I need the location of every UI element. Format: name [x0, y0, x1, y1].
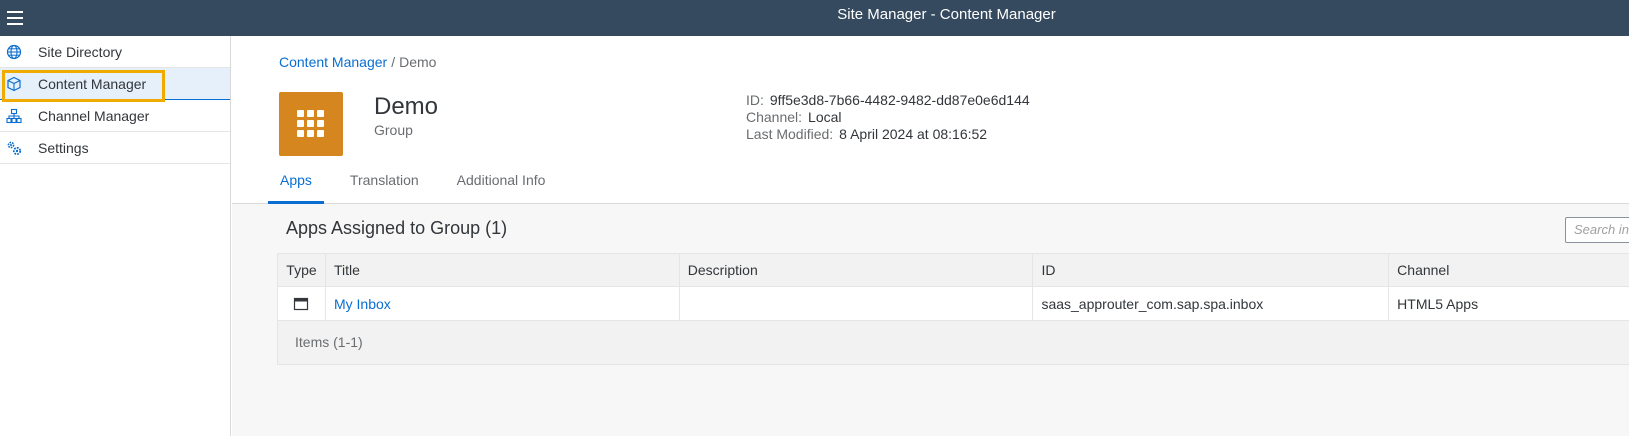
column-header-type[interactable]: Type — [278, 254, 326, 286]
column-header-channel[interactable]: Channel — [1389, 254, 1629, 286]
object-header: Content Manager / Demo Demo Group ID: 9ff5e… — [232, 36, 1629, 204]
sidebar: Site Directory Content Manager Channel M… — [0, 36, 231, 436]
table-title: Apps Assigned to Group (1) — [286, 218, 508, 238]
channel-cell: HTML5 Apps — [1397, 295, 1479, 312]
shell-bar: Site Manager - Content Manager — [0, 0, 1629, 36]
id-cell: saas_approuter_com.sap.spa.inbox — [1033, 287, 1390, 320]
breadcrumb-separator: / — [391, 54, 396, 70]
app-window-icon — [294, 297, 309, 310]
attribute-value: 8 April 2024 at 08:16:52 — [839, 126, 988, 142]
column-header-title[interactable]: Title — [326, 254, 680, 286]
attribute-label: Last Modified: — [746, 126, 834, 142]
table-header-row: Type Title Description ID Channel — [278, 253, 1629, 287]
sidebar-item-label: Site Directory — [38, 43, 123, 60]
attribute-channel: Channel: Local — [746, 109, 1030, 126]
table-row[interactable]: My Inbox saas_approuter_com.sap.spa.inbo… — [278, 287, 1629, 321]
sidebar-item-label: Channel Manager — [38, 107, 150, 124]
globe-icon — [6, 44, 22, 60]
sidebar-item-label: Settings — [38, 139, 89, 156]
search-input[interactable]: Search in — [1565, 217, 1629, 243]
tab-translation[interactable]: Translation — [338, 166, 431, 204]
attribute-label: ID: — [746, 92, 764, 108]
sidebar-item-content-manager[interactable]: Content Manager — [0, 68, 230, 102]
tab-bar: Apps Translation Additional Info — [268, 166, 571, 204]
sidebar-item-site-directory[interactable]: Site Directory — [0, 36, 230, 68]
gears-icon — [7, 141, 22, 156]
cube-icon — [7, 76, 21, 92]
page-subtitle: Group — [374, 122, 413, 138]
attribute-id: ID: 9ff5e3d8-7b66-4482-9482-dd87e0e6d144 — [746, 92, 1030, 109]
breadcrumb: Content Manager / Demo — [279, 54, 436, 70]
breadcrumb-current: Demo — [399, 54, 437, 70]
table-footer-count: Items (1-1) — [278, 321, 1629, 365]
column-header-id[interactable]: ID — [1033, 254, 1390, 286]
breadcrumb-link-content-manager[interactable]: Content Manager — [279, 54, 387, 70]
app-title-link[interactable]: My Inbox — [334, 296, 391, 312]
tab-apps[interactable]: Apps — [268, 166, 324, 204]
app-grid-icon — [279, 92, 343, 156]
shell-title: Site Manager - Content Manager — [837, 6, 1056, 23]
attribute-label: Channel: — [746, 109, 803, 125]
object-attributes: ID: 9ff5e3d8-7b66-4482-9482-dd87e0e6d144 … — [746, 92, 1030, 143]
type-cell — [278, 287, 326, 320]
tab-additional-info[interactable]: Additional Info — [445, 166, 558, 204]
column-header-description[interactable]: Description — [680, 254, 1034, 286]
page-title: Demo — [374, 93, 439, 120]
attribute-value: 9ff5e3d8-7b66-4482-9482-dd87e0e6d144 — [769, 92, 1030, 108]
main-content: Content Manager / Demo Demo Group ID: 9ff5e… — [232, 36, 1629, 436]
apps-section: Apps Assigned to Group (1) Search in Typ… — [232, 204, 1629, 436]
apps-table: Type Title Description ID Channel My Inb… — [277, 253, 1629, 365]
hierarchy-icon — [6, 108, 22, 124]
attribute-last-modified: Last Modified: 8 April 2024 at 08:16:52 — [746, 126, 1030, 143]
attribute-value: Local — [808, 109, 842, 125]
sidebar-item-label: Content Manager — [38, 75, 147, 92]
sidebar-item-channel-manager[interactable]: Channel Manager — [0, 100, 230, 132]
title-cell: My Inbox — [326, 287, 680, 320]
description-cell — [680, 287, 1034, 320]
sidebar-item-settings[interactable]: Settings — [0, 132, 230, 164]
